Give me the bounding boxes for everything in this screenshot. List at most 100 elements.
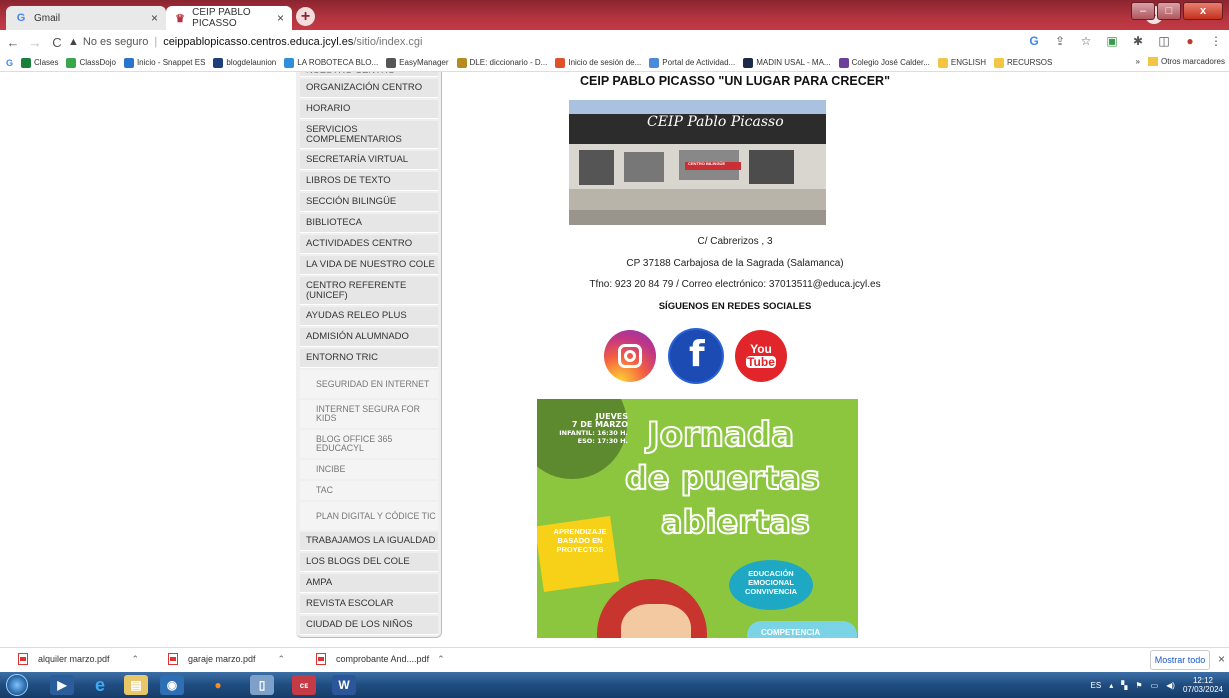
bookmark-item[interactable]: MADIN USAL - MA...: [743, 57, 831, 68]
sidebar-item[interactable]: SERVICIOS COMPLEMENTARIOS: [300, 121, 438, 149]
chrome-icon[interactable]: ◉: [160, 675, 184, 695]
bookmark-item[interactable]: blogdelaunion: [213, 57, 276, 68]
bookmark-item[interactable]: Colegio José Calder...: [838, 57, 930, 68]
volume-icon[interactable]: ◀): [1166, 681, 1175, 690]
back-icon[interactable]: ←: [4, 35, 22, 50]
sidebar-item[interactable]: CIUDAD DE LOS NIÑOS: [300, 616, 438, 635]
google-lens-icon[interactable]: G: [1027, 34, 1041, 48]
share-icon[interactable]: ⇪: [1053, 34, 1067, 48]
sidebar-item-label: NUESTRO CENTRO: [306, 72, 395, 76]
bookmark-item[interactable]: EasyManager: [386, 57, 449, 68]
bookmark-item[interactable]: Inicio de sesión de...: [555, 57, 641, 68]
chevron-up-icon[interactable]: ⌃: [278, 654, 286, 665]
extensions-puzzle-icon[interactable]: ✱: [1131, 34, 1145, 48]
other-bookmarks[interactable]: Otros marcadores: [1161, 57, 1225, 66]
sidebar-item[interactable]: SECRETARÍA VIRTUAL: [300, 151, 438, 170]
show-all-downloads-button[interactable]: Mostrar todo: [1150, 650, 1210, 670]
sidebar-subitem[interactable]: BLOG OFFICE 365 EDUCACYL: [300, 430, 438, 458]
profile-avatar[interactable]: ●: [1183, 34, 1197, 48]
bookmark-item[interactable]: Clases: [21, 57, 59, 68]
close-downloads-button[interactable]: ×: [1218, 652, 1225, 666]
sidebar-item[interactable]: BIBLIOTECA: [300, 214, 438, 233]
bookmark-item[interactable]: ENGLISH: [937, 57, 986, 68]
display-icon[interactable]: ▭: [1151, 681, 1159, 690]
sidebar-item[interactable]: ENTORNO TRIC: [300, 349, 438, 368]
sidebar-item[interactable]: REVISTA ESCOLAR: [300, 595, 438, 614]
sidebar-item[interactable]: NUESTRO CENTRO: [300, 72, 438, 77]
bookmark-icon: [838, 57, 849, 68]
apps-icon[interactable]: G: [6, 58, 13, 68]
close-icon[interactable]: ×: [277, 11, 284, 25]
sidebar-item[interactable]: TRABAJAMOS LA IGUALDAD: [300, 532, 438, 551]
file-explorer-icon[interactable]: ▤: [124, 675, 148, 695]
security-label[interactable]: No es seguro: [83, 36, 148, 48]
chevron-up-icon[interactable]: ⌃: [437, 654, 445, 665]
sidebar-item[interactable]: SECCIÓN BILINGÜE: [300, 193, 438, 212]
chevron-up-icon[interactable]: ⌃: [132, 654, 140, 665]
start-button[interactable]: [6, 674, 28, 696]
download-item[interactable]: comprobante And....pdf ⌃: [316, 653, 445, 665]
sidebar-subitem[interactable]: INCIBE: [300, 460, 438, 479]
chevron-up-icon[interactable]: ▴: [1109, 681, 1113, 690]
sidebar-item[interactable]: CENTRO REFERENTE (UNICEF): [300, 277, 438, 305]
sidebar-subitem[interactable]: SEGURIDAD EN INTERNET: [300, 370, 438, 398]
warning-icon[interactable]: ▲: [68, 36, 79, 48]
menu-icon[interactable]: ⋮: [1209, 34, 1223, 48]
poster-tag: COMPETENCIA: [761, 628, 821, 637]
sidebar-item[interactable]: ORGANIZACIÓN CENTRO: [300, 79, 438, 98]
bookmark-item[interactable]: Portal de Actividad...: [649, 57, 735, 68]
bookmark-icon: [66, 57, 77, 68]
minimize-button[interactable]: –: [1131, 2, 1155, 20]
sidebar-item[interactable]: LIBROS DE TEXTO: [300, 172, 438, 191]
maximize-button[interactable]: □: [1157, 2, 1181, 20]
document-icon[interactable]: ▯: [250, 675, 274, 695]
sidebar-subitem[interactable]: PLAN DIGITAL Y CÓDICE TIC: [300, 502, 438, 530]
close-icon[interactable]: ×: [151, 11, 158, 25]
tab-gmail[interactable]: G Gmail ×: [6, 6, 166, 30]
internet-explorer-icon[interactable]: e: [88, 675, 112, 695]
media-player-icon[interactable]: ▶: [50, 675, 74, 695]
sidebar-subitem[interactable]: INTERNET SEGURA FOR KIDS: [300, 400, 438, 428]
bookmark-item[interactable]: DLE: diccionario - D...: [456, 57, 548, 68]
sidebar-item-label: PLAN DIGITAL Y CÓDICE TIC: [316, 510, 436, 521]
bookmark-item[interactable]: RECURSOS: [994, 57, 1052, 68]
youtube-icon[interactable]: You Tube: [735, 330, 787, 382]
sidebar-item[interactable]: LOS BLOGS DEL COLE: [300, 553, 438, 572]
tab-ceip-pablo-picasso[interactable]: ♛ CEIP PABLO PICASSO ×: [166, 6, 292, 30]
sidebar-item-label: ENTORNO TRIC: [306, 352, 378, 363]
flag-icon[interactable]: ⚑: [1135, 681, 1142, 690]
download-item[interactable]: alquiler marzo.pdf ⌃: [18, 653, 139, 665]
download-item[interactable]: garaje marzo.pdf ⌃: [168, 653, 285, 665]
sidebar-item[interactable]: HORARIO: [300, 100, 438, 119]
sidebar-item[interactable]: LA VIDA DE NUESTRO COLE: [300, 256, 438, 275]
close-window-button[interactable]: x: [1183, 2, 1223, 20]
instagram-icon[interactable]: [604, 330, 656, 382]
firefox-icon[interactable]: ●: [206, 675, 230, 695]
sidebar-subitem[interactable]: TAC: [300, 481, 438, 500]
word-icon[interactable]: W: [332, 675, 356, 695]
bookmark-item[interactable]: ClassDojo: [66, 57, 116, 68]
url-path: /sitio/index.cgi: [353, 36, 423, 48]
sidebar-item[interactable]: ADMISIÓN ALUMNADO: [300, 328, 438, 347]
bookmark-star-icon[interactable]: ☆: [1079, 34, 1093, 48]
sidebar-item[interactable]: AYUDAS RELEO PLUS: [300, 307, 438, 326]
bookmark-item[interactable]: LA ROBOTECA BLO...: [284, 57, 378, 68]
facebook-icon[interactable]: f: [670, 330, 722, 382]
bookmark-label: Clases: [34, 58, 59, 67]
bookmark-item[interactable]: Inicio - Snappet ES: [123, 57, 205, 68]
system-clock[interactable]: 12:12 07/03/2024: [1183, 676, 1223, 694]
reload-icon[interactable]: C: [48, 35, 66, 50]
sidebar-item[interactable]: ACTIVIDADES CENTRO: [300, 235, 438, 254]
bookmarks-overflow-button[interactable]: »: [1136, 57, 1140, 66]
extension-icon[interactable]: ▣: [1105, 34, 1119, 48]
network-icon[interactable]: ▚: [1121, 681, 1127, 690]
new-tab-button[interactable]: +: [296, 7, 315, 26]
sidebar-item[interactable]: AMPA: [300, 574, 438, 593]
side-panel-icon[interactable]: ◫: [1157, 34, 1171, 48]
bookmark-label: DLE: diccionario - D...: [469, 58, 548, 67]
language-indicator[interactable]: ES: [1091, 681, 1102, 690]
forward-icon[interactable]: →: [26, 35, 44, 50]
presentation-app-icon[interactable]: ᴄᴇ: [292, 675, 316, 695]
open-day-poster[interactable]: JUEVES 7 DE MARZO INFANTIL: 16:30 H. ESO…: [537, 399, 858, 638]
address-bar[interactable]: ▲ No es seguro | ceippablopicasso.centro…: [68, 32, 1068, 52]
